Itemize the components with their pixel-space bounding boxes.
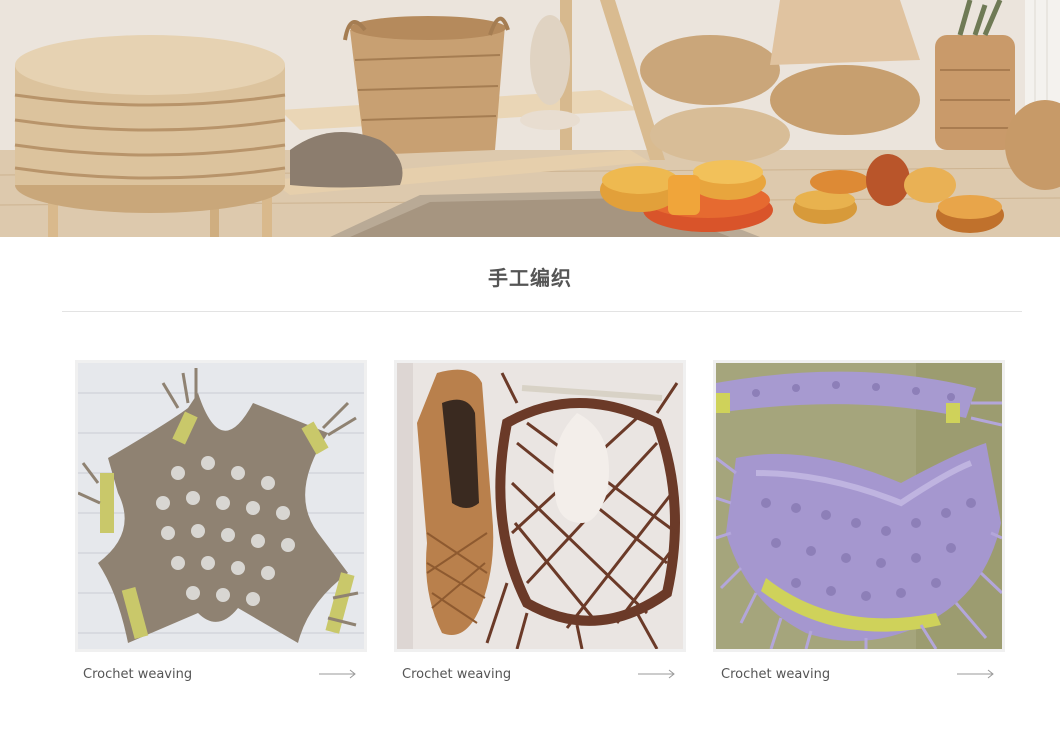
product-image[interactable]	[713, 360, 1005, 652]
section-title: 手工编织	[488, 266, 572, 290]
product-caption-row[interactable]: Crochet weaving	[394, 661, 686, 687]
product-image[interactable]	[75, 360, 367, 652]
product-caption[interactable]: Crochet weaving	[402, 667, 511, 682]
purple-macrame-collar-image	[716, 363, 1002, 649]
right-arrow-icon[interactable]	[638, 669, 676, 679]
product-caption-row[interactable]: Crochet weaving	[713, 661, 1005, 687]
right-arrow-icon[interactable]	[957, 669, 995, 679]
product-card[interactable]: Crochet weaving	[394, 360, 686, 682]
woven-cross-image	[78, 363, 364, 649]
page: 手工编织 Crochet weaving Crochet weaving Cro…	[0, 0, 1060, 732]
hero-banner	[0, 0, 1060, 237]
product-card[interactable]: Crochet weaving	[713, 360, 1005, 682]
product-card[interactable]: Crochet weaving	[75, 360, 367, 682]
product-caption[interactable]: Crochet weaving	[83, 667, 192, 682]
product-caption-row[interactable]: Crochet weaving	[75, 661, 367, 687]
section-divider	[62, 311, 1022, 312]
woven-shoe-collar-image	[397, 363, 683, 649]
product-image[interactable]	[394, 360, 686, 652]
hero-banner-illustration	[0, 0, 1060, 237]
product-caption[interactable]: Crochet weaving	[721, 667, 830, 682]
right-arrow-icon[interactable]	[319, 669, 357, 679]
